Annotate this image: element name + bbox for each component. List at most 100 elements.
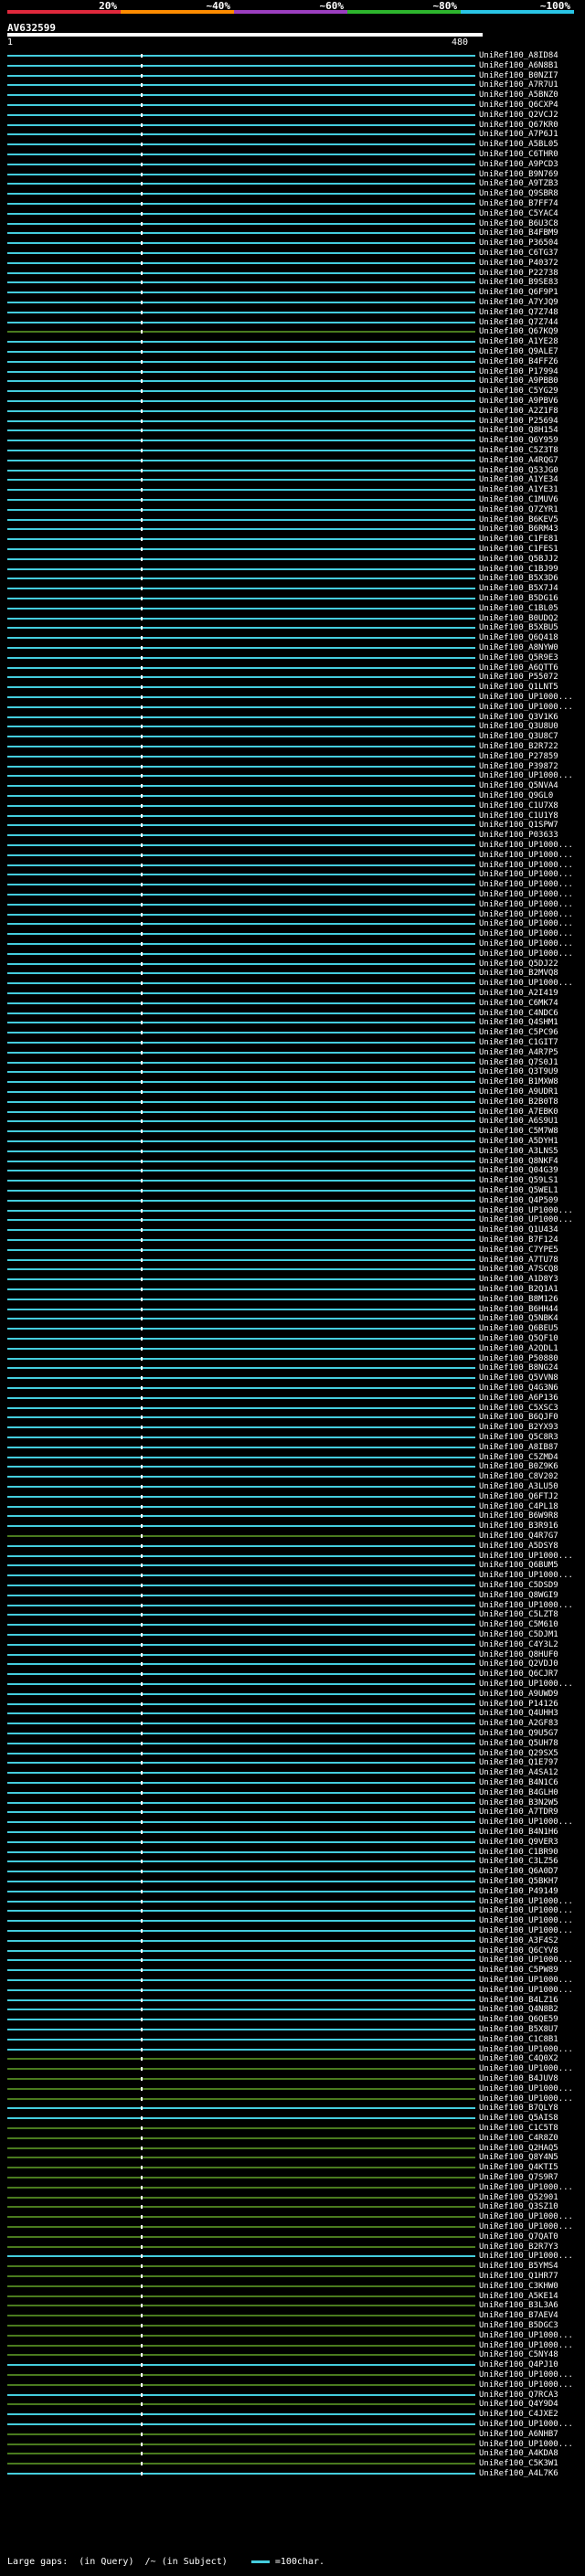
hit-label[interactable]: UniRef100_C1FES1 [479,545,558,555]
hit-row[interactable]: UniRef100_B4LZ16 [0,1996,585,2006]
hit-label[interactable]: UniRef100_C4NDC6 [479,1009,558,1019]
hit-row[interactable]: UniRef100_UP1000... [0,1976,585,1986]
hit-label[interactable]: UniRef100_Q6CXP4 [479,101,558,111]
hit-label[interactable]: UniRef100_A3LNS5 [479,1147,558,1157]
hit-label[interactable]: UniRef100_Q7Z748 [479,308,558,318]
hit-row[interactable]: UniRef100_Q7Z744 [0,318,585,328]
hit-row[interactable]: UniRef100_C4R8Z0 [0,2134,585,2144]
hit-label[interactable]: UniRef100_A4RQG7 [479,456,558,466]
hit-label[interactable]: UniRef100_Q5BKH7 [479,1877,558,1887]
hit-label[interactable]: UniRef100_UP1000... [479,929,573,939]
hit-row[interactable]: UniRef100_UP1000... [0,2045,585,2055]
hit-label[interactable]: UniRef100_Q4UHH3 [479,1709,558,1719]
hit-label[interactable]: UniRef100_A5DSY8 [479,1542,558,1552]
hit-row[interactable]: UniRef100_P03633 [0,831,585,841]
hit-label[interactable]: UniRef100_Q5WEL1 [479,1186,558,1196]
hit-row[interactable]: UniRef100_B3L3A6 [0,2301,585,2311]
hit-row[interactable]: UniRef100_Q6Q418 [0,633,585,643]
hit-row[interactable]: UniRef100_Q4PJ10 [0,2360,585,2370]
hit-row[interactable]: UniRef100_UP1000... [0,2222,585,2232]
hit-row[interactable]: UniRef100_C6THR0 [0,150,585,160]
hit-label[interactable]: UniRef100_Q9GL0 [479,791,553,801]
hit-row[interactable]: UniRef100_B9N769 [0,170,585,180]
hit-label[interactable]: UniRef100_UP1000... [479,870,573,880]
hit-label[interactable]: UniRef100_A7YJQ9 [479,298,558,308]
hit-label[interactable]: UniRef100_UP1000... [479,2222,573,2232]
hit-label[interactable]: UniRef100_C1U7X8 [479,801,558,811]
hit-label[interactable]: UniRef100_C4PL18 [479,1502,558,1512]
hit-label[interactable]: UniRef100_C1MUV6 [479,495,558,505]
hit-label[interactable]: UniRef100_P36504 [479,239,558,249]
hit-label[interactable]: UniRef100_UP1000... [479,1976,573,1986]
hit-row[interactable]: UniRef100_Q8Y4N5 [0,2153,585,2163]
hit-label[interactable]: UniRef100_Q4Y9D4 [479,2400,558,2410]
hit-row[interactable]: UniRef100_Q5WEL1 [0,1186,585,1196]
hit-row[interactable]: UniRef100_UP1000... [0,919,585,929]
hit-label[interactable]: UniRef100_B4JUV8 [479,2074,558,2084]
hit-label[interactable]: UniRef100_A8ID84 [479,51,558,61]
hit-label[interactable]: UniRef100_UP1000... [479,2420,573,2430]
hit-row[interactable]: UniRef100_UP1000... [0,1897,585,1907]
hit-label[interactable]: UniRef100_P14126 [479,1700,558,1710]
hit-label[interactable]: UniRef100_UP1000... [479,2045,573,2055]
hit-label[interactable]: UniRef100_Q7Z744 [479,318,558,328]
hit-label[interactable]: UniRef100_B2MVQ8 [479,969,558,979]
hit-label[interactable]: UniRef100_Q67KQ9 [479,327,558,337]
hit-row[interactable]: UniRef100_Q6BUM5 [0,1561,585,1571]
hit-row[interactable]: UniRef100_Q6A0D7 [0,1867,585,1877]
hit-label[interactable]: UniRef100_UP1000... [479,2370,573,2380]
hit-row[interactable]: UniRef100_C5M7W8 [0,1127,585,1137]
hit-label[interactable]: UniRef100_A5DYH1 [479,1137,558,1147]
hit-row[interactable]: UniRef100_B5DGC3 [0,2321,585,2331]
hit-label[interactable]: UniRef100_A5BL05 [479,140,558,150]
hit-row[interactable]: UniRef100_A9PBV6 [0,397,585,407]
hit-label[interactable]: UniRef100_P03633 [479,831,558,841]
hit-label[interactable]: UniRef100_B5YMS4 [479,2262,558,2272]
hit-row[interactable]: UniRef100_UP1000... [0,2341,585,2351]
hit-label[interactable]: UniRef100_A7EBK0 [479,1108,558,1118]
hit-label[interactable]: UniRef100_B6U3C8 [479,219,558,229]
hit-row[interactable]: UniRef100_Q6BEU5 [0,1324,585,1334]
hit-row[interactable]: UniRef100_C1U1Y8 [0,811,585,822]
hit-label[interactable]: UniRef100_UP1000... [479,1916,573,1926]
hit-label[interactable]: UniRef100_A2QDL1 [479,1344,558,1354]
hit-label[interactable]: UniRef100_UP1000... [479,900,573,910]
hit-row[interactable]: UniRef100_Q1E797 [0,1758,585,1768]
hit-row[interactable]: UniRef100_C3KHW0 [0,2282,585,2292]
hit-label[interactable]: UniRef100_Q4PJ10 [479,2360,558,2370]
hit-label[interactable]: UniRef100_A7TU78 [479,1256,558,1266]
hit-row[interactable]: UniRef100_B0UDQ2 [0,614,585,624]
hit-label[interactable]: UniRef100_UP1000... [479,890,573,900]
hit-row[interactable]: UniRef100_C5YAC4 [0,209,585,219]
hit-row[interactable]: UniRef100_A5KE14 [0,2292,585,2302]
hit-row[interactable]: UniRef100_A5BL05 [0,140,585,150]
hit-row[interactable]: UniRef100_C5NY48 [0,2350,585,2360]
hit-label[interactable]: UniRef100_B5X7J4 [479,584,558,594]
hit-row[interactable]: UniRef100_Q9ALE7 [0,347,585,357]
hit-row[interactable]: UniRef100_P55072 [0,673,585,683]
hit-label[interactable]: UniRef100_P22738 [479,269,558,279]
hit-label[interactable]: UniRef100_A4L7K6 [479,2469,558,2479]
hit-row[interactable]: UniRef100_Q6F9P1 [0,288,585,298]
hit-label[interactable]: UniRef100_Q3U8C7 [479,732,558,742]
hit-label[interactable]: UniRef100_P27859 [479,752,558,762]
hit-row[interactable]: UniRef100_B7QLY8 [0,2104,585,2114]
hit-row[interactable]: UniRef100_UP1000... [0,1906,585,1916]
hit-label[interactable]: UniRef100_B7F124 [479,1235,558,1246]
hit-label[interactable]: UniRef100_UP1000... [479,1926,573,1936]
hit-row[interactable]: UniRef100_B3N2W5 [0,1798,585,1808]
hit-label[interactable]: UniRef100_Q3T9U9 [479,1067,558,1077]
hit-label[interactable]: UniRef100_A7R7U1 [479,80,558,90]
hit-label[interactable]: UniRef100_Q7S9R7 [479,2173,558,2183]
hit-label[interactable]: UniRef100_C5M610 [479,1620,558,1630]
hit-label[interactable]: UniRef100_B8M126 [479,1295,558,1305]
hit-label[interactable]: UniRef100_B2R722 [479,742,558,752]
hit-label[interactable]: UniRef100_Q9VER3 [479,1838,558,1848]
hit-label[interactable]: UniRef100_B7FF74 [479,199,558,209]
hit-label[interactable]: UniRef100_UP1000... [479,841,573,851]
hit-row[interactable]: UniRef100_Q52901 [0,2193,585,2203]
hit-row[interactable]: UniRef100_P25694 [0,417,585,427]
hit-label[interactable]: UniRef100_B2R7Y3 [479,2242,558,2253]
hit-row[interactable]: UniRef100_A7TDR9 [0,1807,585,1818]
hit-label[interactable]: UniRef100_UP1000... [479,851,573,861]
